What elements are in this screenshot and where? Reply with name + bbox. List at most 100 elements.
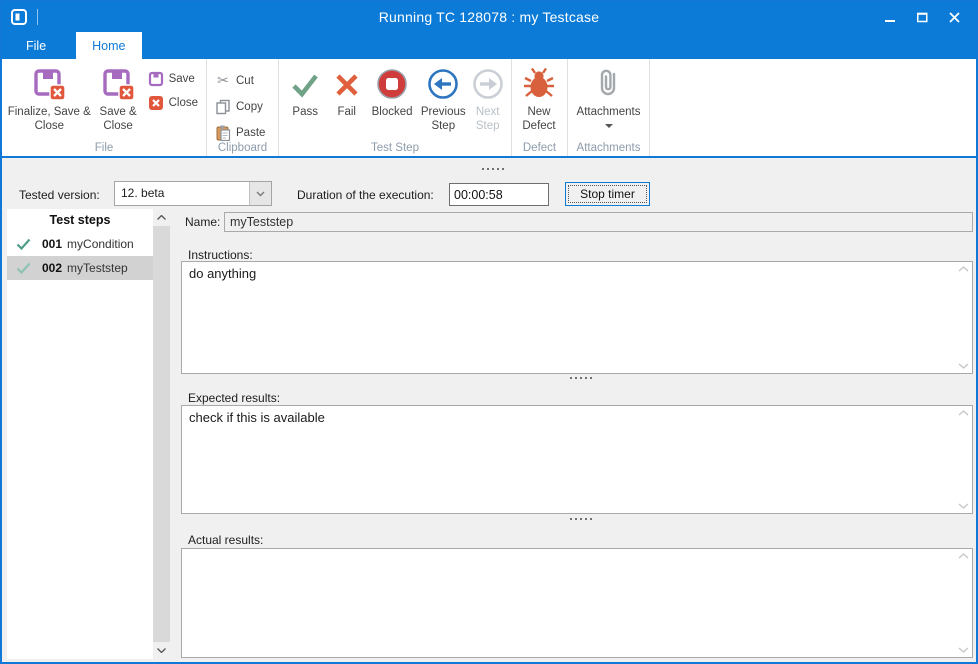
save-label: Save: [169, 73, 195, 85]
copy-button[interactable]: Copy: [211, 96, 269, 117]
copy-label: Copy: [236, 101, 263, 113]
save-and-close-icon: [32, 67, 66, 101]
next-step-icon: [471, 67, 505, 101]
app-window: Running TC 128078 : my Testcase File Hom…: [0, 0, 978, 664]
instructions-textarea[interactable]: do anything: [181, 261, 973, 374]
attachments-label: Attachments: [577, 105, 641, 119]
blocked-button[interactable]: Blocked: [366, 62, 418, 119]
duration-input[interactable]: [449, 183, 549, 206]
cut-label: Cut: [236, 75, 254, 87]
blocked-label: Blocked: [372, 105, 413, 119]
test-step-row-001[interactable]: 001 myCondition: [7, 232, 153, 256]
instructions-label: Instructions:: [188, 248, 253, 262]
scroll-down-arrow-icon[interactable]: [153, 642, 170, 659]
previous-step-icon: [426, 67, 460, 101]
close-icon: [148, 95, 164, 111]
scroll-up-arrow-icon[interactable]: [153, 209, 170, 226]
paste-label: Paste: [236, 127, 265, 139]
close-step-button[interactable]: Close: [144, 92, 202, 113]
group-label-attachments: Attachments: [568, 142, 649, 154]
new-defect-button[interactable]: New Defect: [516, 62, 562, 134]
test-steps-panel: Test steps 001 myCondition 002 myTestste…: [7, 209, 170, 659]
group-label-defect: Defect: [512, 142, 567, 154]
ribbon-group-file: Finalize, Save & Close Save & Close: [2, 59, 207, 156]
scroll-down-arrow-icon[interactable]: [958, 363, 969, 369]
scroll-up-arrow-icon[interactable]: [958, 266, 969, 272]
ribbon: Finalize, Save & Close Save & Close: [2, 59, 976, 158]
save-close-label: Save & Close: [93, 105, 144, 134]
maximize-button[interactable]: [906, 2, 938, 32]
step-number: 001: [42, 237, 62, 251]
save-and-close-icon: [101, 67, 135, 101]
step-number: 002: [42, 261, 62, 275]
ribbon-group-clipboard: ✂ Cut Copy: [207, 59, 279, 156]
previous-step-button[interactable]: Previous Step: [418, 62, 468, 134]
pass-check-icon: [288, 67, 322, 101]
previous-step-label: Previous Step: [418, 105, 468, 134]
copy-icon: [215, 99, 231, 115]
attachments-dropdown-icon: [605, 124, 613, 128]
tested-version-select[interactable]: 12. beta: [114, 181, 272, 206]
fail-button[interactable]: Fail: [327, 62, 366, 119]
minimize-icon: [885, 12, 896, 23]
pass-label: Pass: [292, 105, 318, 119]
attachments-button[interactable]: Attachments: [572, 62, 645, 128]
save-button[interactable]: Save: [144, 68, 202, 89]
test-steps-header: Test steps: [7, 209, 153, 232]
ribbon-group-test-step: Pass Fail Blocked: [279, 59, 512, 156]
bug-icon: [522, 67, 556, 101]
group-label-clipboard: Clipboard: [207, 142, 278, 154]
scroll-down-arrow-icon[interactable]: [958, 647, 969, 653]
save-icon: [148, 71, 164, 87]
paste-button[interactable]: Paste: [211, 122, 269, 143]
tab-home[interactable]: Home: [76, 32, 141, 59]
close-button[interactable]: [938, 2, 970, 32]
test-step-row-002[interactable]: 002 myTeststep: [7, 256, 153, 280]
ribbon-group-attachments: Attachments Attachments: [568, 59, 650, 156]
tested-version-label: Tested version:: [19, 188, 100, 202]
ribbon-group-defect: New Defect Defect: [512, 59, 568, 156]
actual-results-text: [189, 553, 952, 653]
actual-results-textarea[interactable]: [181, 548, 973, 658]
scroll-up-arrow-icon[interactable]: [958, 553, 969, 559]
splitter-handle[interactable]: [570, 377, 592, 379]
cut-button[interactable]: ✂ Cut: [211, 70, 269, 91]
tab-file[interactable]: File: [10, 32, 62, 59]
step-passed-check-icon: [16, 238, 31, 250]
ribbon-tab-bar: File Home: [2, 32, 976, 59]
next-step-label: Next Step: [468, 105, 507, 134]
test-steps-list: Test steps 001 myCondition 002 myTestste…: [7, 209, 153, 659]
splitter-handle[interactable]: [482, 168, 504, 170]
chevron-down-icon: [256, 191, 265, 197]
scrollbar-thumb[interactable]: [153, 226, 170, 642]
stop-timer-label: Stop timer: [580, 187, 635, 201]
minimize-button[interactable]: [874, 2, 906, 32]
test-steps-scrollbar[interactable]: [153, 209, 170, 659]
actual-results-label: Actual results:: [188, 533, 263, 547]
fail-x-icon: [330, 67, 364, 101]
tested-version-value: 12. beta: [115, 182, 249, 205]
name-label: Name:: [185, 215, 220, 229]
finalize-save-close-button[interactable]: Finalize, Save & Close: [6, 62, 93, 134]
pass-button[interactable]: Pass: [283, 62, 327, 119]
save-close-button[interactable]: Save & Close: [93, 62, 144, 134]
splitter-handle[interactable]: [570, 518, 592, 520]
next-step-button[interactable]: Next Step: [468, 62, 507, 134]
title-bar: Running TC 128078 : my Testcase: [2, 2, 976, 32]
name-input[interactable]: [224, 212, 973, 232]
scroll-up-arrow-icon[interactable]: [958, 410, 969, 416]
cut-icon: ✂: [215, 73, 231, 89]
duration-label: Duration of the execution:: [297, 188, 434, 202]
blocked-stop-icon: [375, 67, 409, 101]
expected-results-label: Expected results:: [188, 391, 280, 405]
finalize-save-close-label: Finalize, Save & Close: [6, 105, 93, 134]
combo-dropdown-button[interactable]: [249, 182, 271, 205]
scroll-down-arrow-icon[interactable]: [958, 503, 969, 509]
expected-results-textarea[interactable]: check if this is available: [181, 405, 973, 514]
step-passed-check-icon: [16, 262, 31, 274]
stop-timer-button[interactable]: Stop timer: [565, 182, 650, 206]
group-label-file: File: [2, 142, 206, 154]
fail-label: Fail: [337, 105, 356, 119]
maximize-icon: [917, 12, 928, 23]
paste-icon: [215, 125, 231, 141]
